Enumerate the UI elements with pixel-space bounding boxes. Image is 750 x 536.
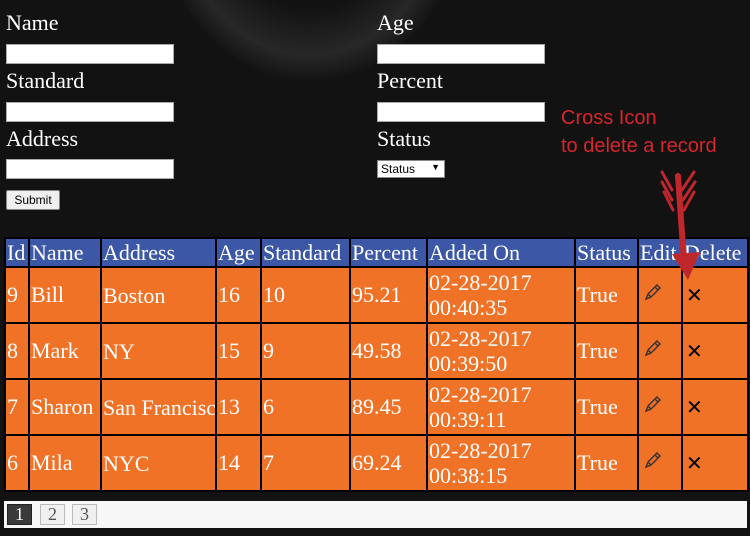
table-row: 7 Sharon San Francisco 13 6 89.45 02-28-… (4, 378, 749, 436)
address-label: Address (6, 126, 79, 151)
cell-delete: ✕ (681, 378, 749, 436)
column-header-standard: Standard (260, 237, 351, 268)
cell-name: Mila (28, 434, 102, 492)
cell-id: 7 (4, 378, 30, 436)
cell-age: 13 (215, 378, 262, 436)
cell-id: 8 (4, 322, 30, 380)
records-table: Id Name Address Age Standard Percent Add… (4, 237, 749, 492)
table-row: 8 Mark NY 15 9 49.58 02-28-2017 00:39:50 … (4, 322, 749, 380)
table-row: 6 Mila NYC 14 7 69.24 02-28-2017 00:38:15… (4, 434, 749, 492)
added-on-time: 00:39:11 (429, 407, 507, 432)
cell-id: 6 (4, 434, 30, 492)
cell-address: San Francisco (100, 378, 217, 436)
column-header-percent: Percent (349, 237, 428, 268)
column-header-delete: Delete (681, 237, 749, 268)
added-on-date: 02-28-2017 (429, 382, 532, 407)
cell-address: Boston (100, 266, 217, 324)
name-field[interactable] (6, 44, 174, 64)
column-header-address: Address (100, 237, 217, 268)
column-header-status: Status (574, 237, 639, 268)
standard-label: Standard (6, 68, 85, 93)
added-on-time: 00:39:50 (429, 351, 508, 376)
dropdown-arrow-icon: ▼ (431, 162, 440, 172)
cell-status: True (574, 322, 639, 380)
submit-button[interactable]: Submit (6, 190, 60, 210)
pencil-icon[interactable] (642, 449, 664, 477)
cell-status: True (574, 266, 639, 324)
percent-field[interactable] (377, 102, 545, 122)
added-on-time: 00:38:15 (429, 463, 508, 488)
pagination: 1 2 3 (4, 501, 747, 528)
column-header-added-on: Added On (426, 237, 576, 268)
age-label: Age (377, 10, 414, 35)
column-header-age: Age (215, 237, 262, 268)
status-label: Status (377, 126, 431, 151)
cell-edit (637, 434, 683, 492)
cell-standard: 7 (260, 434, 351, 492)
added-on-time: 00:40:35 (429, 295, 508, 320)
pencil-icon[interactable] (642, 393, 664, 421)
page-button-3[interactable]: 3 (72, 504, 97, 525)
arrow-feather-icon (660, 170, 697, 212)
cell-added-on: 02-28-2017 00:39:50 (426, 322, 576, 380)
cell-age: 14 (215, 434, 262, 492)
cell-status: True (574, 378, 639, 436)
cross-icon[interactable]: ✕ (686, 451, 703, 475)
pencil-icon[interactable] (642, 281, 664, 309)
cell-status: True (574, 434, 639, 492)
table-row: 9 Bill Boston 16 10 95.21 02-28-2017 00:4… (4, 266, 749, 324)
cell-percent: 89.45 (349, 378, 428, 436)
percent-label: Percent (377, 68, 443, 93)
column-header-edit: Edit (637, 237, 683, 268)
standard-field[interactable] (6, 102, 174, 122)
added-on-date: 02-28-2017 (429, 270, 532, 295)
cell-age: 15 (215, 322, 262, 380)
cell-delete: ✕ (681, 322, 749, 380)
cell-id: 9 (4, 266, 30, 324)
status-select-value: Status (381, 162, 416, 176)
cell-edit (637, 266, 683, 324)
column-header-name: Name (28, 237, 102, 268)
cell-name: Bill (28, 266, 102, 324)
page-button-2[interactable]: 2 (40, 504, 65, 525)
name-label: Name (6, 10, 59, 35)
cell-address: NY (100, 322, 217, 380)
cell-address: NYC (100, 434, 217, 492)
cross-icon[interactable]: ✕ (686, 283, 703, 307)
cell-delete: ✕ (681, 266, 749, 324)
cell-standard: 9 (260, 322, 351, 380)
cell-percent: 95.21 (349, 266, 428, 324)
cell-name: Mark (28, 322, 102, 380)
cell-added-on: 02-28-2017 00:38:15 (426, 434, 576, 492)
column-header-id: Id (4, 237, 30, 268)
cell-name: Sharon (28, 378, 102, 436)
cell-standard: 6 (260, 378, 351, 436)
page-button-1[interactable]: 1 (7, 504, 32, 525)
status-select[interactable]: Status ▼ (377, 160, 445, 178)
cell-percent: 49.58 (349, 322, 428, 380)
added-on-date: 02-28-2017 (429, 326, 532, 351)
cell-delete: ✕ (681, 434, 749, 492)
cell-percent: 69.24 (349, 434, 428, 492)
annotation-line-2: to delete a record (561, 135, 717, 157)
delete-annotation: Cross Icon to delete a record (561, 104, 717, 160)
cell-age: 16 (215, 266, 262, 324)
table-header-row: Id Name Address Age Standard Percent Add… (4, 237, 749, 268)
annotation-line-1: Cross Icon (561, 107, 657, 129)
cross-icon[interactable]: ✕ (686, 339, 703, 363)
pencil-icon[interactable] (642, 337, 664, 365)
cross-icon[interactable]: ✕ (686, 395, 703, 419)
cell-standard: 10 (260, 266, 351, 324)
cell-edit (637, 378, 683, 436)
age-field[interactable] (377, 44, 545, 64)
added-on-date: 02-28-2017 (429, 438, 532, 463)
cell-edit (637, 322, 683, 380)
cell-added-on: 02-28-2017 00:39:11 (426, 378, 576, 436)
cell-added-on: 02-28-2017 00:40:35 (426, 266, 576, 324)
address-field[interactable] (6, 159, 174, 179)
